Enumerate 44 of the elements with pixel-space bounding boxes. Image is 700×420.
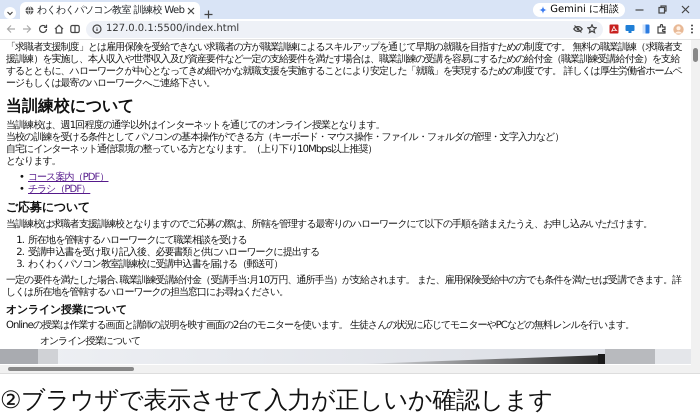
caption-text: ②ブラウザで表示させて入力が正しいか確認します: [0, 385, 554, 412]
step-text: 所在地を管轄するハローワークにて職業相談を受ける: [28, 234, 246, 246]
vertical-scrollbar[interactable]: [691, 40, 700, 365]
step-number: 2.: [16, 246, 24, 259]
address-bar[interactable]: 127.0.0.1:5500/index.html: [86, 20, 603, 38]
tab-search-icon[interactable]: [4, 7, 16, 19]
close-icon[interactable]: [681, 5, 690, 14]
bullet: •: [18, 172, 24, 184]
new-tab-icon[interactable]: [204, 10, 213, 19]
pdf-link[interactable]: コース案内（PDF）: [28, 172, 108, 184]
paragraph: 一定の要件を満たした場合､職業訓練受講給付金（受講手当:月10万円、通所手当）が支給されます。 また、雇用保険受給中の方でも条件を満たせば受講できます。詳しくは所在地を管轄するハローワークの担当窓口にお尋ねください。: [6, 274, 682, 299]
paragraph: 当訓練校は、週1回程度の通学以外はインターネットを通じてのオンライン授業となります。 当校の訓練を受ける条件として パソコンの基本操作ができる方（キーボード・マウス操作・ファイル・フォルダの管理・文字入力など） 自宅にインターネット通信環境の整っている方となります。（上り下り10Mbps以上推奨） となります。: [6, 120, 564, 168]
paragraph: 当訓練校は求職者支援訓練校となりますのでご応募の際は、所轄を管理する最寄りのハローワークにて以下の手順を踏まえたうえ、お申し込みいただけます。: [6, 218, 654, 231]
site-info-icon[interactable]: [92, 24, 102, 34]
pdf-icon[interactable]: [609, 24, 619, 34]
document-icon[interactable]: [641, 24, 651, 34]
step-text: わくわくパソコン教室訓練校に受講申込書を届ける（郵送可）: [28, 258, 283, 271]
restore-icon[interactable]: [658, 5, 667, 14]
step-number: 3.: [16, 258, 24, 271]
globe-icon: [25, 6, 34, 15]
monitor-icon[interactable]: [625, 24, 635, 34]
section-heading: オンライン授業について: [6, 302, 128, 316]
figure-caption: オンライン授業について: [39, 336, 142, 348]
sparkle-icon: [539, 6, 548, 14]
paragraph: 「求職者支援制度」とは雇用保険を受給できない求職者の方が職業訓練によるスキルアップを通じて早期の就職を目指すための制度です。 無料の職業訓練（求職者支援訓練）を実施し、本人収入や世帯収入及び資産要件など一定の支給要件を満たす場合は、職業訓練の受講を容易にするための給付金（職業訓練受講給付金）を支給するとともに、ハローワークが中心となってきめ細やかな就職支援を実施することにより安定した「就職」を実現するための制度です。 詳しくは厚生労働省ホームページもしくは最寄のハローワークへご連絡下さい。: [6, 42, 684, 90]
eye-off-icon[interactable]: [573, 24, 583, 34]
reload-icon[interactable]: [38, 24, 48, 34]
browser-tab[interactable]: わくわくパソコン教室 訓練校 Web: [20, 2, 200, 19]
step-number: 1.: [16, 234, 24, 247]
step-text: 受講申込書を受け取り記入後、必要書類と供にハローワークに提出する: [28, 246, 320, 258]
reader-mode-icon[interactable]: [70, 24, 80, 34]
section-heading: 当訓練校について: [6, 96, 135, 116]
pdf-link[interactable]: チラシ（PDF）: [28, 184, 90, 196]
gemini-button[interactable]: Gemini に相談: [533, 3, 625, 17]
horizontal-scrollbar[interactable]: [0, 365, 700, 373]
star-icon[interactable]: [587, 24, 597, 34]
menu-icon[interactable]: [690, 24, 694, 34]
paragraph: Onlineの授業は作業する画面と講師の説明を映す画面の2台のモニターを使います。 生徒さんの状況に応じてモニターやPCなどの無料レンルを行います。: [6, 320, 636, 332]
url-text: 127.0.0.1:5500/index.html: [106, 24, 240, 34]
extensions-icon[interactable]: [657, 24, 667, 34]
close-icon[interactable]: [187, 6, 196, 14]
bullet: •: [18, 184, 24, 196]
home-icon[interactable]: [54, 24, 64, 34]
section-heading: ご応募について: [6, 200, 91, 215]
